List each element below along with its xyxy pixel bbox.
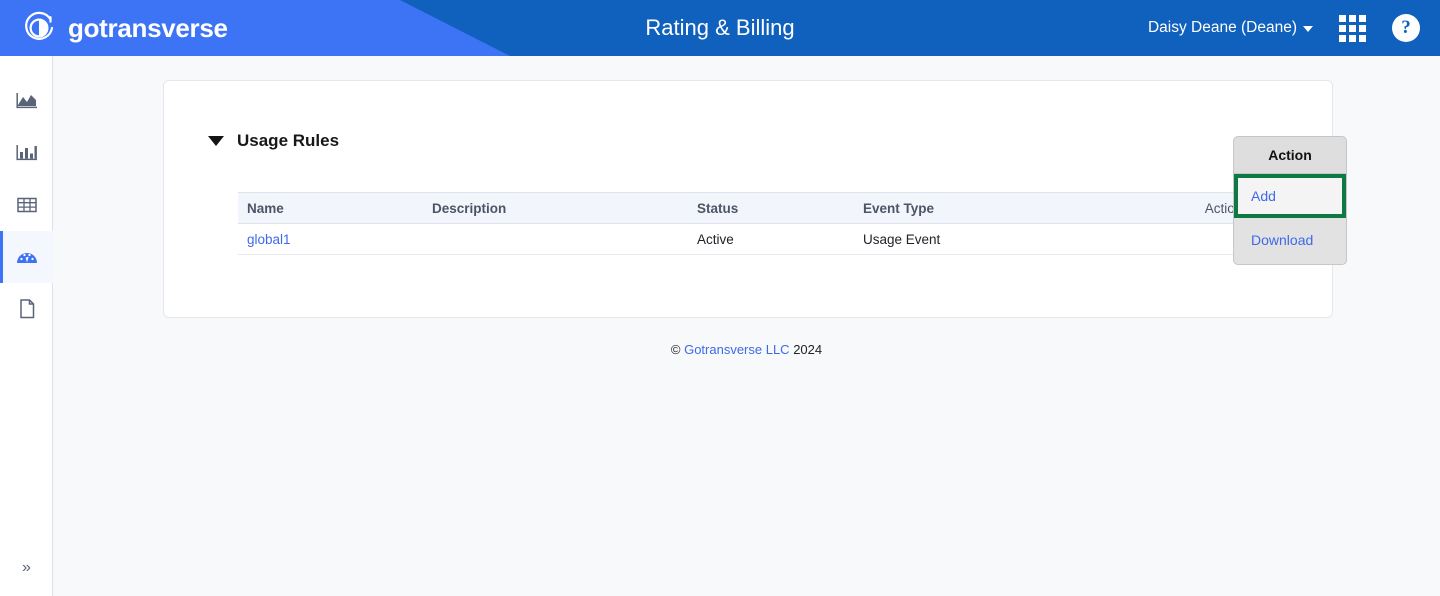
action-button[interactable]: Action [1233, 136, 1347, 174]
table-header: Name Description Status Event Type Actio… [238, 192, 1258, 224]
rule-name-link[interactable]: global1 [247, 232, 291, 247]
usage-rules-table: Name Description Status Event Type Actio… [238, 192, 1258, 255]
question-mark-help-icon[interactable]: ? [1392, 14, 1420, 42]
sidebar-expand-toggle[interactable]: » [0, 548, 53, 588]
table-header-row: Name Description Status Event Type Actio… [238, 192, 1258, 224]
sidebar-item-document[interactable] [0, 283, 53, 335]
user-menu-label: Daisy Deane (Deane) [1147, 19, 1297, 36]
cell-description [423, 223, 688, 255]
area-chart-icon [15, 93, 37, 109]
cell-event-type: Usage Event [854, 223, 1144, 255]
action-dropdown: Action Add Download [1233, 136, 1347, 265]
column-header-event-type[interactable]: Event Type [854, 192, 1144, 224]
sidebar-item-area-chart[interactable] [0, 75, 53, 127]
cell-name: global1 [238, 223, 423, 255]
main-content-area: Usage Rules Name Description Status Even… [53, 56, 1440, 596]
table-body: global1 Active Usage Event [238, 223, 1258, 255]
section-title: Usage Rules [237, 131, 340, 150]
footer: © Gotransverse LLC 2024 [53, 342, 1440, 357]
header-actions: Daisy Deane (Deane) ? [1148, 0, 1420, 56]
triangle-down-icon[interactable] [208, 136, 224, 146]
table-grid-icon [16, 197, 37, 213]
usage-rules-card: Usage Rules Name Description Status Even… [163, 80, 1347, 318]
speedometer-gauge-icon [16, 253, 37, 263]
table-row: global1 Active Usage Event [238, 223, 1258, 255]
footer-copyright-symbol: © [670, 342, 681, 357]
left-sidebar: » [0, 56, 53, 596]
user-menu-button[interactable]: Daisy Deane (Deane) [1148, 19, 1313, 37]
chevron-down-icon [1303, 26, 1313, 32]
brand-name: gotransverse [68, 13, 228, 43]
footer-company-link[interactable]: Gotransverse LLC [684, 342, 790, 357]
sidebar-item-table[interactable] [0, 179, 53, 231]
action-menu-item-add[interactable]: Add [1234, 174, 1346, 218]
sidebar-item-usage[interactable] [0, 231, 53, 283]
cell-status: Active [688, 223, 854, 255]
action-menu-list: Add Download [1233, 174, 1347, 265]
column-header-status[interactable]: Status [688, 192, 854, 224]
usage-rules-section-header: Usage Rules [208, 131, 339, 151]
action-menu-item-download[interactable]: Download [1234, 218, 1346, 262]
footer-year: 2024 [793, 342, 823, 357]
grid-apps-icon[interactable] [1339, 14, 1366, 42]
column-header-name[interactable]: Name [238, 192, 423, 224]
bar-chart-icon [15, 145, 37, 161]
document-page-icon [19, 299, 34, 319]
brand-logo-area[interactable]: gotransverse [22, 0, 228, 56]
gotransverse-circle-logo-icon [25, 11, 54, 40]
sidebar-item-bar-chart[interactable] [0, 127, 53, 179]
column-header-description[interactable]: Description [423, 192, 688, 224]
app-header: gotransverse Rating & Billing Daisy Dean… [0, 0, 1440, 56]
